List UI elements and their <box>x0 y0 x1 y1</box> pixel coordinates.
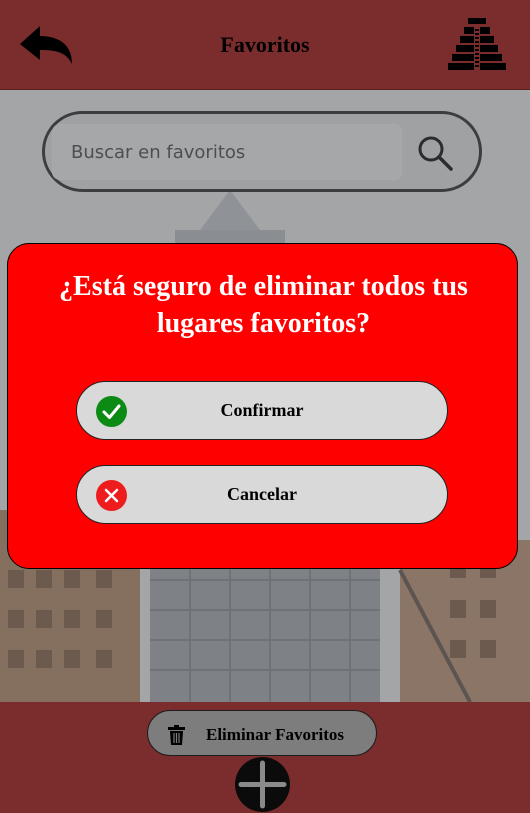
cancel-button[interactable]: Cancelar <box>76 465 448 524</box>
delete-all-label: Eliminar Favoritos <box>206 725 345 744</box>
delete-all-favorites-button[interactable]: Eliminar Favoritos <box>147 710 377 756</box>
search-input[interactable] <box>52 124 402 180</box>
add-button[interactable] <box>235 757 290 812</box>
cancel-label: Cancelar <box>227 484 297 504</box>
app-header: Favoritos <box>0 0 530 90</box>
dialog-message: ¿Está seguro de eliminar todos tus lugar… <box>59 271 468 339</box>
favorites-screen: Favoritos Buscar en favoritos ¿Está segu… <box>0 0 530 813</box>
trash-icon <box>168 725 185 745</box>
confirm-label: Confirmar <box>220 400 304 420</box>
search-icon[interactable] <box>416 134 454 172</box>
confirm-delete-dialog: ¿Está seguro de eliminar todos tus lugar… <box>7 243 518 569</box>
confirm-button[interactable]: Confirmar <box>76 381 448 440</box>
pyramid-logo-icon <box>448 18 506 70</box>
plus-icon <box>238 760 287 809</box>
